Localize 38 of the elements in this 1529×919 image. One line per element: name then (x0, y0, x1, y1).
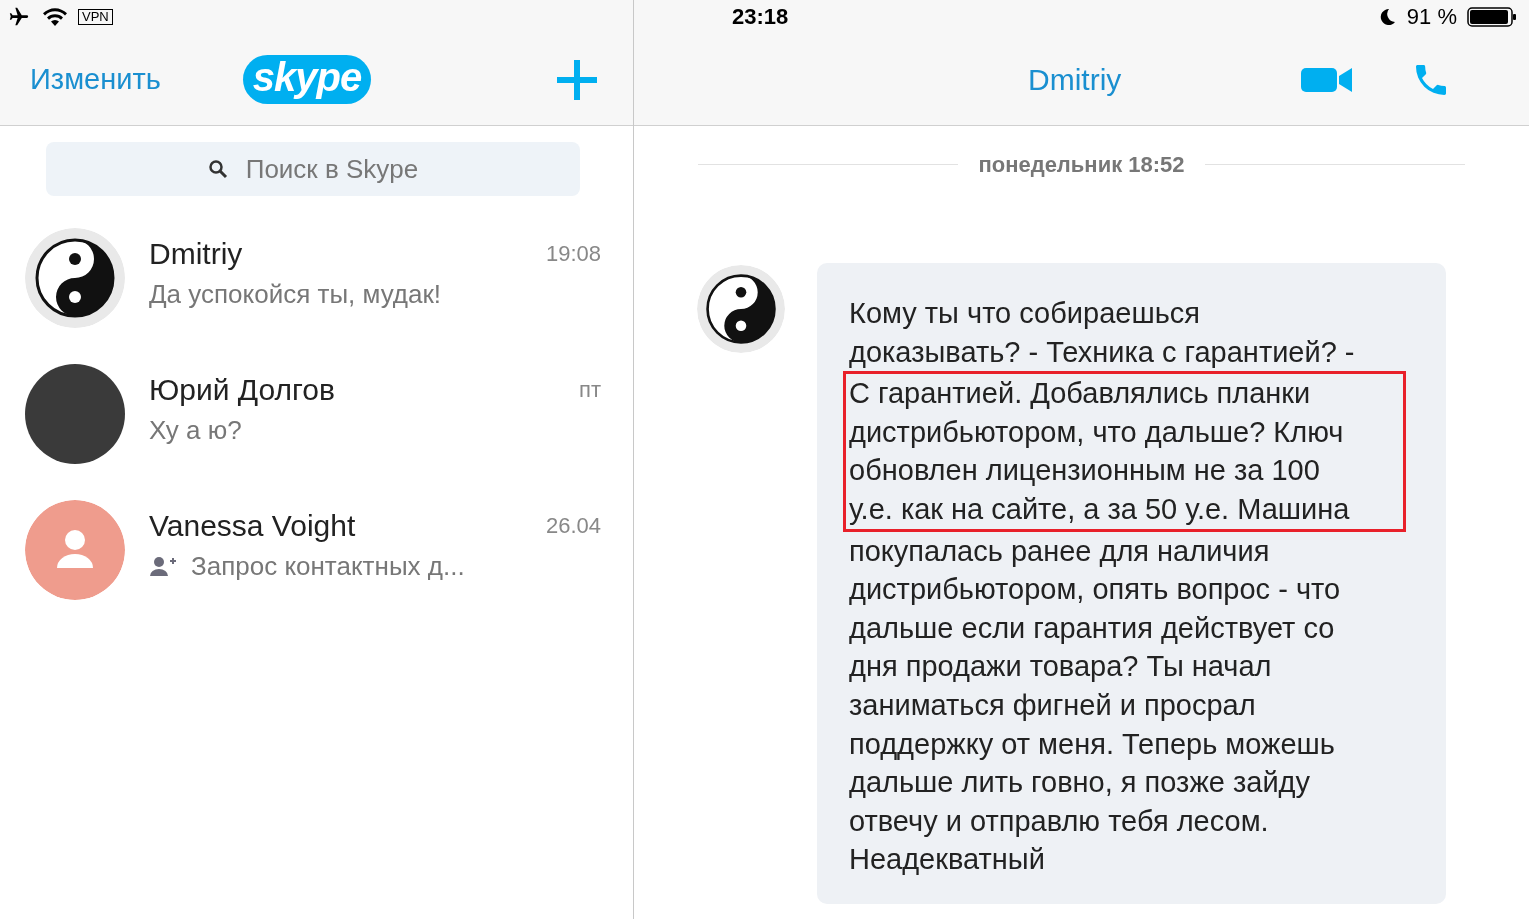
message-line: поддержку от меня. Теперь можешь (849, 726, 1336, 762)
message-preview: Да успокойся ты, мудак! (149, 278, 442, 310)
message-preview: Ху а ю? (149, 414, 242, 446)
contact-name: Юрий Долгов (149, 372, 335, 407)
message-line: Неадекватный (849, 842, 1046, 878)
wifi-icon (42, 7, 68, 27)
skype-logo: skype (242, 55, 372, 104)
contact-name: Dmitriy (149, 236, 243, 271)
chat-list-item[interactable]: Dmitriy 19:08 Да успокойся ты, мудак! (0, 210, 633, 346)
message-line: отвечу и отправлю тебя лесом. (849, 803, 1270, 839)
video-call-icon[interactable] (1301, 65, 1354, 94)
message-line: покупалась ранее для наличия (849, 533, 1271, 569)
message-line: дистрибьютором, что дальше? Ключ (849, 414, 1345, 450)
chat-title: Dmitriy (1028, 62, 1122, 97)
message-line: у.е. как на сайте, а за 50 у.е. Машина (849, 491, 1351, 527)
message-line: С гарантией. Добавлялись планки (849, 376, 1312, 412)
message-line: дальше если гарантия действует со (849, 610, 1336, 646)
message-line: дистрибьютором, опять вопрос - что (849, 572, 1342, 608)
chat-time: 26.04 (545, 512, 601, 539)
plus-icon[interactable] (557, 59, 597, 100)
message-line: обновлен лицензионным не за 100 (849, 453, 1321, 489)
vpn-badge: VPN (78, 9, 113, 25)
message-preview: Запрос контактных д... (191, 550, 465, 582)
battery-icon (1467, 7, 1517, 27)
chat-list-item[interactable]: Vanessa Voight 26.04 Запрос контактных д... (0, 482, 633, 618)
message-line: доказывать? - Техника с гарантией? - (849, 334, 1356, 370)
battery-percent: 91 % (1406, 4, 1457, 30)
message-line: Кому ты что собираешься (849, 296, 1201, 331)
search-icon (207, 159, 228, 179)
message-line: дальше лить говно, я позже зайду (849, 765, 1312, 801)
contact-name: Vanessa Voight (149, 508, 356, 543)
search-field[interactable]: Поиск в Skype (46, 142, 580, 196)
message-line: заниматься фигней и просрал (849, 687, 1257, 723)
chat-list-item[interactable]: Юрий Долгов пт Ху а ю? (0, 346, 633, 482)
chat-time: пт (579, 376, 601, 403)
status-time: 23:18 (732, 4, 789, 30)
chat-time: 19:08 (545, 240, 601, 267)
message-line: дня продажи товара? Ты начал (849, 649, 1273, 685)
